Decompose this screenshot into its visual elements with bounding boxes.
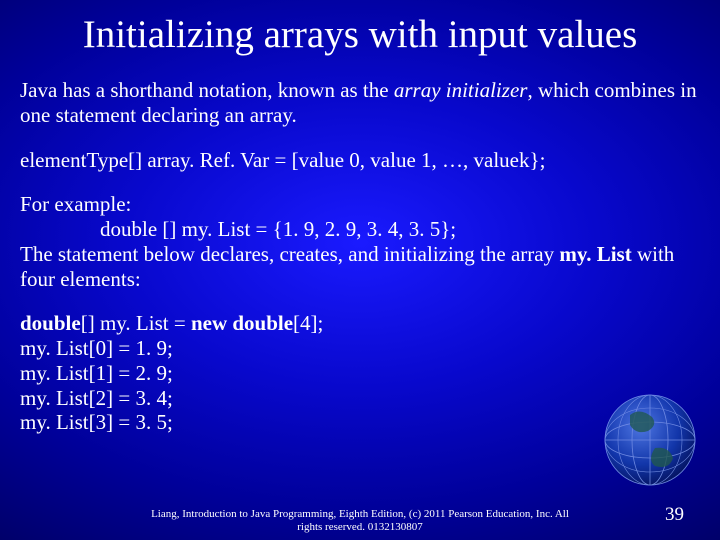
assign-0: my. List[0] = 1. 9; bbox=[20, 336, 700, 361]
syntax-line: elementType[] array. Ref. Var = [value 0… bbox=[20, 148, 700, 173]
example-label: For example: bbox=[20, 192, 700, 217]
footer: Liang, Introduction to Java Programming,… bbox=[0, 508, 720, 534]
kw-new-double: new double bbox=[191, 311, 293, 335]
kw-double: double bbox=[20, 311, 81, 335]
intro-text-a: Java has a shorthand notation, known as … bbox=[20, 78, 394, 102]
example-code: double [] my. List = {1. 9, 2. 9, 3. 4, … bbox=[20, 217, 700, 242]
explain-a: The statement below declares, creates, a… bbox=[20, 242, 559, 266]
var-mylist: my. List bbox=[559, 242, 631, 266]
slide: Initializing arrays with input values Ja… bbox=[0, 0, 720, 540]
footer-line-2: rights reserved. 0132130807 bbox=[297, 521, 423, 533]
globe-icon bbox=[590, 380, 710, 500]
intro-paragraph: Java has a shorthand notation, known as … bbox=[20, 78, 700, 128]
footer-line-1: Liang, Introduction to Java Programming,… bbox=[151, 508, 569, 520]
decl-mid: [] my. List = bbox=[81, 311, 191, 335]
slide-title: Initializing arrays with input values bbox=[0, 12, 720, 57]
decl-line: double[] my. List = new double[4]; bbox=[20, 311, 700, 336]
page-number: 39 bbox=[665, 504, 684, 526]
explain-paragraph: The statement below declares, creates, a… bbox=[20, 242, 700, 292]
term-array-initializer: array initializer bbox=[394, 78, 528, 102]
decl-end: [4]; bbox=[293, 311, 323, 335]
